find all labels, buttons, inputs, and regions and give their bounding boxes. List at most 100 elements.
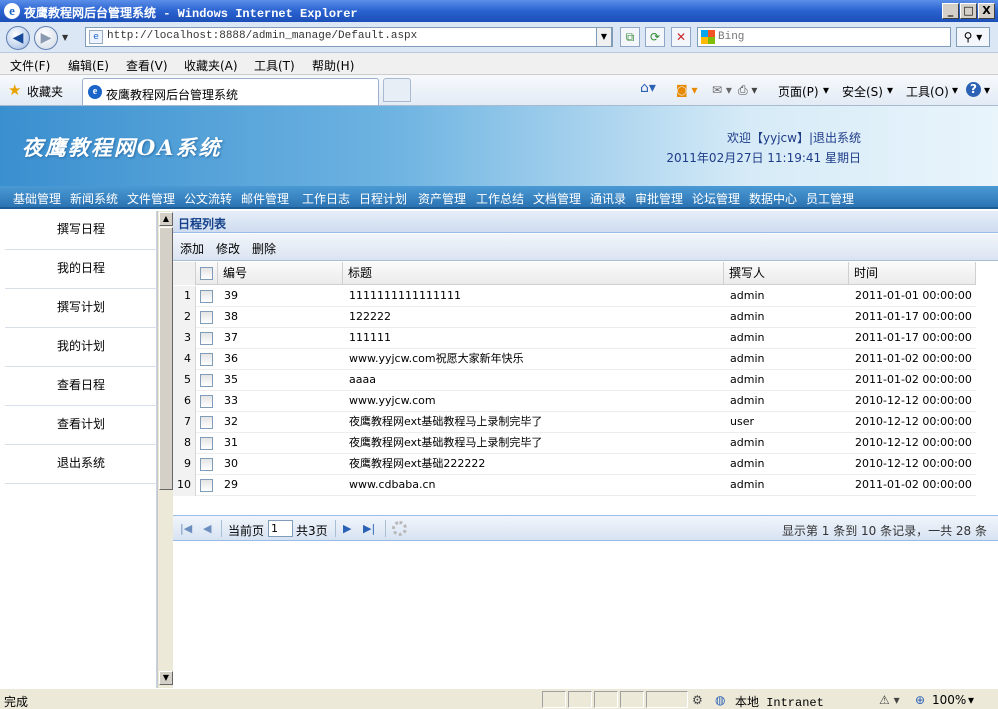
previous-page-icon[interactable]: ◀ bbox=[203, 522, 211, 535]
safety-menu-arrow-icon[interactable]: ▾ bbox=[887, 83, 893, 97]
scroll-up-arrow-icon[interactable]: ▲ bbox=[159, 212, 173, 226]
nav-work-summary[interactable]: 工作总结 bbox=[476, 190, 524, 207]
address-dropdown-button[interactable]: ▼ bbox=[596, 27, 612, 47]
table-row[interactable]: 7 32 夜鹰教程网ext基础教程马上录制完毕了 user 2010-12-12… bbox=[173, 412, 976, 433]
column-header-time[interactable]: 时间 bbox=[849, 262, 976, 285]
sidebar-item-view-schedule[interactable]: 查看日程 bbox=[5, 367, 157, 406]
favorites-star-icon[interactable]: ★ bbox=[8, 81, 21, 99]
sidebar-scrollbar[interactable]: ▲ ▼ bbox=[157, 211, 173, 688]
scroll-down-arrow-icon[interactable]: ▼ bbox=[159, 671, 173, 685]
nav-schedule-plan[interactable]: 日程计划 bbox=[359, 190, 407, 207]
delete-button[interactable]: 删除 bbox=[252, 240, 276, 257]
table-row[interactable]: 8 31 夜鹰教程网ext基础教程马上录制完毕了 admin 2010-12-1… bbox=[173, 433, 976, 454]
table-row[interactable]: 4 36 www.yyjcw.com祝愿大家新年快乐 admin 2011-01… bbox=[173, 349, 976, 370]
menu-favorites[interactable]: 收藏夹(A) bbox=[184, 57, 238, 74]
zoom-dropdown-icon[interactable]: ▾ bbox=[968, 693, 974, 707]
row-checkbox[interactable] bbox=[200, 353, 213, 366]
favorites-label[interactable]: 收藏夹 bbox=[27, 83, 63, 100]
table-row[interactable]: 1 39 1111111111111111 admin 2011-01-01 0… bbox=[173, 286, 976, 307]
nav-news-system[interactable]: 新闻系统 bbox=[70, 190, 118, 207]
tools-menu-arrow-icon[interactable]: ▾ bbox=[952, 83, 958, 97]
nav-basic-management[interactable]: 基础管理 bbox=[13, 190, 61, 207]
nav-file-management[interactable]: 文件管理 bbox=[127, 190, 175, 207]
sidebar-item-write-plan[interactable]: 撰写计划 bbox=[5, 289, 157, 328]
nav-document-flow[interactable]: 公文流转 bbox=[184, 190, 232, 207]
header-logout-link[interactable]: 退出系统 bbox=[813, 131, 861, 145]
row-checkbox[interactable] bbox=[200, 416, 213, 429]
recent-pages-dropdown-icon[interactable]: ▼ bbox=[62, 33, 68, 42]
nav-work-log[interactable]: 工作日志 bbox=[302, 190, 350, 207]
row-checkbox[interactable] bbox=[200, 479, 213, 492]
feeds-icon[interactable]: ◙ ▾ bbox=[676, 83, 697, 97]
row-checkbox[interactable] bbox=[200, 311, 213, 324]
nav-forum-management[interactable]: 论坛管理 bbox=[692, 190, 740, 207]
help-menu-arrow-icon[interactable]: ▾ bbox=[984, 83, 990, 97]
add-button[interactable]: 添加 bbox=[180, 240, 204, 257]
menu-help[interactable]: 帮助(H) bbox=[312, 57, 354, 74]
nav-data-center[interactable]: 数据中心 bbox=[749, 190, 797, 207]
maximize-button[interactable]: □ bbox=[960, 3, 977, 19]
select-all-checkbox[interactable] bbox=[200, 267, 213, 280]
tools-menu-button[interactable]: 工具(O) bbox=[906, 83, 949, 100]
mail-icon[interactable]: ✉ ▾ bbox=[712, 83, 732, 97]
search-button[interactable]: ⚲ ▾ bbox=[956, 27, 990, 47]
page-number-input[interactable] bbox=[268, 520, 293, 537]
back-button[interactable]: ◀ bbox=[6, 26, 30, 50]
row-checkbox[interactable] bbox=[200, 458, 213, 471]
minimize-button[interactable]: _ bbox=[942, 3, 959, 19]
home-icon[interactable]: ⌂▾ bbox=[640, 80, 656, 96]
next-page-icon[interactable]: ▶ bbox=[343, 522, 351, 535]
nav-contacts[interactable]: 通讯录 bbox=[590, 190, 626, 207]
nav-approval-management[interactable]: 审批管理 bbox=[635, 190, 683, 207]
row-checkbox[interactable] bbox=[200, 395, 213, 408]
refresh-icon[interactable] bbox=[392, 521, 407, 536]
first-page-icon[interactable]: |◀ bbox=[180, 522, 192, 535]
nav-document-management[interactable]: 文档管理 bbox=[533, 190, 581, 207]
stop-icon[interactable]: ✕ bbox=[671, 27, 691, 47]
menu-edit[interactable]: 编辑(E) bbox=[68, 57, 109, 74]
menu-tools[interactable]: 工具(T) bbox=[254, 57, 295, 74]
row-checkbox[interactable] bbox=[200, 332, 213, 345]
page-menu-button[interactable]: 页面(P) bbox=[778, 83, 819, 100]
search-input[interactable] bbox=[718, 29, 938, 45]
close-window-button[interactable]: X bbox=[978, 3, 995, 19]
print-icon[interactable]: ⎙ ▾ bbox=[738, 83, 757, 98]
edit-button[interactable]: 修改 bbox=[216, 240, 240, 257]
column-header-author[interactable]: 撰写人 bbox=[724, 262, 849, 285]
table-row[interactable]: 9 30 夜鹰教程网ext基础222222 admin 2010-12-12 0… bbox=[173, 454, 976, 475]
table-row[interactable]: 6 33 www.yyjcw.com admin 2010-12-12 00:0… bbox=[173, 391, 976, 412]
new-tab-button[interactable] bbox=[383, 78, 411, 102]
row-checkbox[interactable] bbox=[200, 374, 213, 387]
zoom-icon[interactable]: ⊕ bbox=[915, 693, 925, 707]
address-bar[interactable]: e http://localhost:8888/admin_manage/Def… bbox=[85, 27, 613, 47]
page-menu-arrow-icon[interactable]: ▾ bbox=[823, 83, 829, 97]
zoom-level[interactable]: 100% bbox=[932, 693, 966, 707]
popup-blocker-icon[interactable]: ⚠ ▾ bbox=[879, 693, 900, 707]
protected-mode-icon[interactable]: ⚙ bbox=[692, 693, 703, 707]
table-row[interactable]: 10 29 www.cdbaba.cn admin 2011-01-02 00:… bbox=[173, 475, 976, 496]
column-header-id[interactable]: 编号 bbox=[218, 262, 343, 285]
sidebar-item-write-schedule[interactable]: 撰写日程 bbox=[5, 211, 157, 250]
browser-tab[interactable]: e 夜鹰教程网后台管理系统 bbox=[82, 78, 379, 105]
column-header-title[interactable]: 标题 bbox=[343, 262, 724, 285]
row-checkbox[interactable] bbox=[200, 437, 213, 450]
nav-asset-management[interactable]: 资产管理 bbox=[418, 190, 466, 207]
table-row[interactable]: 2 38 122222 admin 2011-01-17 00:00:00 bbox=[173, 307, 976, 328]
menu-view[interactable]: 查看(V) bbox=[126, 57, 168, 74]
search-box[interactable] bbox=[697, 27, 951, 47]
sidebar-item-view-plan[interactable]: 查看计划 bbox=[5, 406, 157, 445]
nav-mail-management[interactable]: 邮件管理 bbox=[241, 190, 289, 207]
forward-button[interactable]: ▶ bbox=[34, 26, 58, 50]
nav-staff-management[interactable]: 员工管理 bbox=[806, 190, 854, 207]
table-row[interactable]: 3 37 111111 admin 2011-01-17 00:00:00 bbox=[173, 328, 976, 349]
compatibility-view-icon[interactable]: ⧉ bbox=[620, 27, 640, 47]
refresh-icon[interactable]: ⟳ bbox=[645, 27, 665, 47]
sidebar-item-my-plan[interactable]: 我的计划 bbox=[5, 328, 157, 367]
scrollbar-thumb[interactable] bbox=[159, 227, 173, 490]
last-page-icon[interactable]: ▶| bbox=[363, 522, 375, 535]
safety-menu-button[interactable]: 安全(S) bbox=[842, 83, 883, 100]
menu-file[interactable]: 文件(F) bbox=[10, 57, 50, 74]
table-row[interactable]: 5 35 aaaa admin 2011-01-02 00:00:00 bbox=[173, 370, 976, 391]
row-checkbox[interactable] bbox=[200, 290, 213, 303]
help-icon[interactable]: ? bbox=[966, 82, 981, 97]
